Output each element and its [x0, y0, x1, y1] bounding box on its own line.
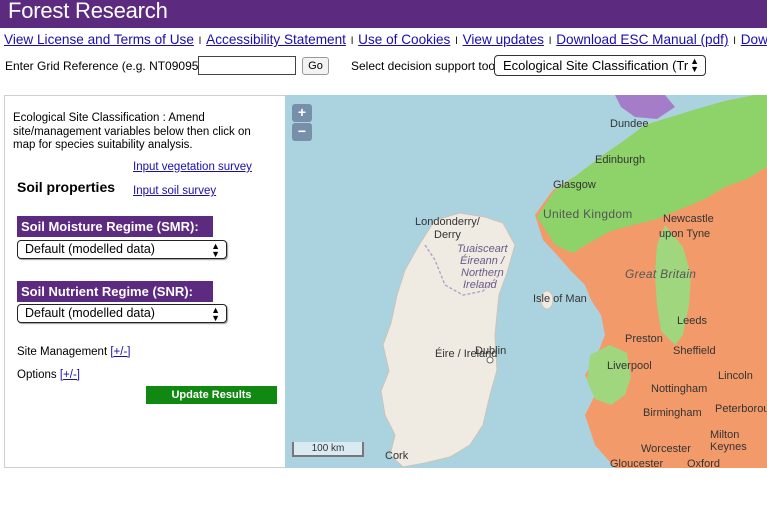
map-label-peterborough: Peterborou: [715, 403, 767, 415]
nav-link-updates[interactable]: View updates: [463, 32, 544, 47]
snr-select[interactable]: Default (modelled data) ▲ ▼: [17, 304, 227, 323]
nav-separator: l: [733, 36, 736, 47]
select-arrows-icon: ▲ ▼: [211, 241, 220, 259]
go-button[interactable]: Go: [302, 57, 329, 75]
map-scale-bar: 100 km: [292, 442, 364, 457]
site-management-label: Site Management: [17, 346, 108, 358]
map-label-londonderry-1: Londonderry/: [415, 216, 480, 228]
map-label-dublin: Dublin: [475, 345, 507, 357]
nav-link-cookies[interactable]: Use of Cookies: [358, 32, 450, 47]
map-label-cork: Cork: [385, 450, 409, 462]
brand-logo[interactable]: Forest Research: [8, 0, 168, 24]
map-view[interactable]: + − Dundee Edinburgh Glasgow United King…: [285, 95, 767, 468]
map-label-londonderry-2: Derry: [434, 229, 461, 241]
map-label-uk: United Kingdom: [543, 207, 633, 221]
nav-link-download-more[interactable]: Download E: [741, 32, 767, 47]
top-nav: View License and Terms of Use l Accessibil…: [4, 32, 767, 50]
input-soil-link[interactable]: Input soil survey: [133, 185, 216, 197]
map-label-liverpool: Liverpool: [607, 360, 652, 372]
snr-title: Soil Nutrient Regime (SNR):: [17, 281, 213, 302]
nav-link-esc-manual[interactable]: Download ESC Manual (pdf): [556, 32, 728, 47]
nav-separator: l: [350, 36, 354, 47]
input-vegetation-link[interactable]: Input vegetation survey: [133, 161, 252, 173]
zoom-out-button[interactable]: −: [292, 123, 312, 141]
zoom-in-button[interactable]: +: [292, 104, 312, 122]
grid-reference-row: Enter Grid Reference (e.g. NT090950) Go …: [4, 54, 767, 78]
options-toggle[interactable]: [+/-]: [60, 369, 80, 381]
map-label-nottingham: Nottingham: [651, 383, 708, 395]
map-label-worcester: Worcester: [641, 443, 691, 455]
soil-properties-title: Soil properties: [17, 179, 116, 195]
map-label-tuaisceart-1: Tuaisceart: [457, 243, 508, 255]
map-label-leeds: Leeds: [677, 315, 707, 327]
tool-select-label: Select decision support tool:: [351, 59, 502, 73]
map-label-tuaisceart-3: Northern: [461, 267, 504, 279]
smr-title: Soil Moisture Regime (SMR):: [17, 216, 213, 237]
map-label-great-britain: Great Britain: [625, 267, 697, 281]
select-arrows-icon: ▲ ▼: [690, 56, 699, 74]
map-label-milton-2: Keynes: [710, 441, 747, 453]
nav-link-license[interactable]: View License and Terms of Use: [4, 32, 194, 47]
grid-reference-input[interactable]: [198, 56, 296, 75]
map-label-tuaisceart-4: Ireland: [463, 279, 497, 291]
map-label-lincoln: Lincoln: [718, 370, 753, 382]
grid-reference-label: Enter Grid Reference (e.g. NT090950): [5, 59, 210, 73]
tool-select-value: Ecological Site Classification (Tr: [503, 58, 689, 73]
map-label-sheffield: Sheffield: [673, 345, 716, 357]
map-label-gloucester: Gloucester: [610, 458, 664, 468]
nav-separator: l: [548, 36, 552, 47]
map-label-tuaisceart-2: Éireann /: [460, 255, 505, 267]
update-results-button[interactable]: Update Results: [146, 386, 277, 404]
map-label-milton-1: Milton: [710, 429, 740, 441]
map-label-isle-of-man: Isle of Man: [533, 293, 587, 305]
map-label-glasgow: Glasgow: [553, 179, 596, 191]
map-label-newcastle-1: Newcastle: [663, 213, 714, 225]
options-label: Options: [17, 369, 57, 381]
map-label-preston: Preston: [625, 333, 663, 345]
map-label-oxford: Oxford: [687, 458, 721, 468]
header-banner: Forest Research: [0, 0, 767, 28]
site-management-toggle[interactable]: [+/-]: [110, 346, 130, 358]
smr-select[interactable]: Default (modelled data) ▲ ▼: [17, 240, 227, 259]
map-label-birmingham: Birmingham: [643, 407, 702, 419]
nav-link-accessibility[interactable]: Accessibility Statement: [206, 32, 346, 47]
nav-separator: l: [455, 36, 458, 47]
select-arrows-icon: ▲ ▼: [211, 305, 220, 323]
map-label-edinburgh: Edinburgh: [595, 154, 646, 166]
panel-intro: Ecological Site Classification : Amend s…: [13, 112, 251, 151]
site-management-row: Site Management [+/-]: [17, 346, 130, 358]
snr-select-value: Default (modelled data): [25, 306, 155, 320]
nav-separator: l: [198, 36, 202, 47]
options-row: Options [+/-]: [17, 369, 80, 381]
smr-select-value: Default (modelled data): [25, 242, 155, 256]
tool-select[interactable]: Ecological Site Classification (Tr ▲ ▼: [494, 55, 706, 76]
side-panel: Ecological Site Classification : Amend s…: [4, 95, 286, 468]
map-label-dundee: Dundee: [610, 118, 649, 130]
map-label-newcastle-2: upon Tyne: [659, 228, 711, 240]
